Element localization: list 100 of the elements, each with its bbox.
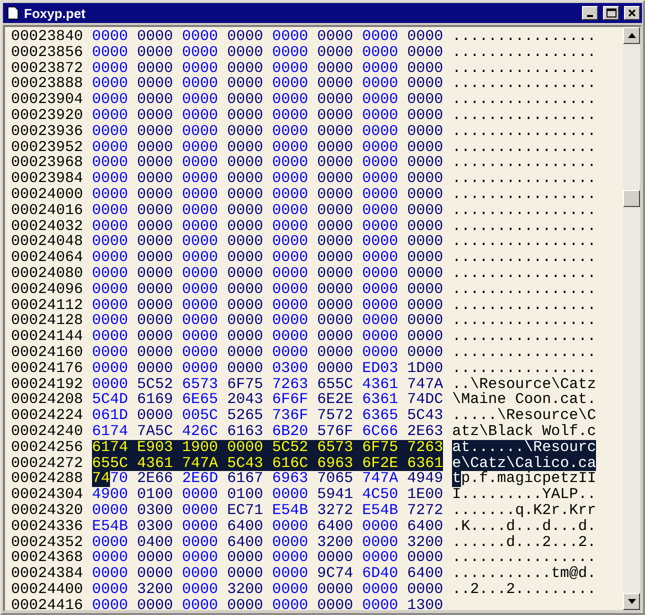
hex-byte-group[interactable]: 0000 [272, 250, 308, 266]
hex-byte-group[interactable]: 0000 [272, 92, 308, 108]
hex-byte-group[interactable]: 3200 [317, 534, 354, 550]
ascii-text[interactable]: e\Catz\Calico.ca [452, 456, 596, 472]
hex-byte-group[interactable]: EC71 [227, 502, 264, 519]
hex-byte-group[interactable]: 0000 [137, 29, 174, 45]
hex-byte-group[interactable]: 747A [362, 471, 398, 488]
hex-byte-group[interactable]: 0000 [362, 140, 398, 156]
hex-byte-group[interactable]: 6361 [407, 456, 444, 472]
hex-byte-group[interactable]: 0000 [137, 92, 174, 108]
hex-byte-group[interactable]: 0000 [227, 250, 264, 266]
hex-byte-group[interactable]: 0000 [362, 298, 398, 314]
hex-byte-group[interactable]: 0000 [137, 566, 174, 582]
hex-byte-group[interactable]: 0000 [317, 282, 354, 298]
hex-byte-group[interactable]: 0000 [272, 234, 308, 250]
hex-byte-group[interactable]: 0000 [92, 582, 128, 598]
hex-byte-group[interactable]: 426C [182, 424, 218, 440]
hex-byte-group[interactable]: 6174 [92, 440, 138, 456]
hex-byte-group[interactable]: 0000 [407, 266, 444, 282]
hex-byte-group[interactable]: 0000 [182, 298, 218, 314]
hex-byte-group[interactable]: 1900 [182, 440, 228, 456]
hex-byte-group[interactable]: 655C [317, 376, 354, 392]
hex-byte-group[interactable]: 0000 [317, 92, 354, 108]
hex-byte-group[interactable]: 0000 [92, 344, 128, 361]
hex-byte-group[interactable]: 0000 [227, 218, 264, 234]
hex-byte-group[interactable]: 0000 [182, 140, 218, 156]
hex-byte-group[interactable]: 0000 [92, 282, 128, 298]
hex-byte-group[interactable]: 0000 [362, 518, 398, 534]
hex-byte-group[interactable]: 0000 [272, 550, 308, 566]
hex-byte-group[interactable]: 0000 [272, 44, 308, 61]
hex-byte-group[interactable]: 0000 [317, 582, 354, 598]
hex-byte-group[interactable]: 0000 [317, 313, 354, 330]
hex-byte-group[interactable]: 0000 [182, 108, 218, 124]
hex-byte-group[interactable]: 0000 [182, 202, 218, 219]
hex-byte-group[interactable]: 0000 [272, 155, 308, 172]
hex-byte-group[interactable]: 0000 [137, 329, 174, 345]
hex-byte-group[interactable]: 3200 [137, 582, 174, 598]
hex-byte-group[interactable]: 3272 [317, 502, 354, 519]
hex-byte-group[interactable]: 0000 [272, 171, 308, 187]
hex-byte-group[interactable]: 0100 [137, 487, 174, 503]
hex-byte-group[interactable]: 6400 [407, 566, 444, 582]
hex-byte-group[interactable]: 0000 [182, 502, 218, 519]
hex-byte-group[interactable]: 0000 [317, 155, 354, 172]
hex-byte-group[interactable]: 6F75 [362, 440, 408, 456]
hex-byte-group[interactable]: 0000 [317, 202, 354, 219]
hex-byte-group[interactable]: 0000 [92, 298, 128, 314]
hex-byte-group[interactable]: 6B20 [272, 424, 308, 440]
hex-byte-group[interactable]: 0000 [227, 234, 264, 250]
hex-byte-group[interactable]: 0000 [272, 329, 308, 345]
hex-byte-group[interactable]: 0000 [407, 298, 444, 314]
hex-byte-group[interactable]: 0000 [182, 550, 218, 566]
hex-byte-group[interactable]: 0000 [182, 186, 218, 203]
hex-byte-group[interactable]: 0000 [137, 408, 174, 424]
hex-byte-group[interactable]: 0000 [362, 108, 398, 124]
hex-byte-group[interactable]: 0000 [92, 108, 128, 124]
hex-byte-group[interactable]: 6400 [227, 534, 264, 550]
hex-byte-group[interactable]: 0000 [317, 29, 354, 45]
hex-byte-group[interactable]: 7263 [272, 376, 308, 392]
hex-byte-group[interactable]: 2E63 [407, 424, 444, 440]
hex-byte-group[interactable]: 0000 [137, 218, 174, 234]
hex-byte-group[interactable]: 0000 [317, 360, 354, 377]
hex-byte-group[interactable]: 0000 [137, 202, 174, 219]
hex-byte-group[interactable]: 0000 [92, 550, 128, 566]
hex-byte-group[interactable]: 0000 [182, 360, 218, 377]
hex-byte-group[interactable]: 0000 [182, 534, 218, 550]
hex-byte-group[interactable]: 747A [407, 376, 444, 392]
hex-byte-group[interactable]: 005C [182, 408, 218, 424]
hex-byte-group[interactable]: 0000 [227, 440, 272, 456]
hex-byte-group[interactable]: 6573 [317, 440, 362, 456]
hex-byte-group[interactable]: 0000 [407, 124, 444, 140]
hex-byte-group[interactable]: 0000 [92, 534, 128, 550]
hex-byte-group[interactable]: 0000 [317, 44, 354, 61]
hex-byte-group[interactable]: 0000 [92, 598, 128, 610]
hex-byte-group[interactable]: 0000 [407, 171, 444, 187]
hex-byte-group[interactable]: 0300 [272, 360, 308, 377]
hex-byte-group[interactable]: 0000 [137, 171, 174, 187]
scroll-up-button[interactable] [623, 27, 640, 44]
hex-byte-group[interactable]: 0000 [227, 186, 264, 203]
hex-byte-group[interactable]: 0000 [182, 218, 218, 234]
hex-byte-group[interactable]: 3200 [407, 534, 444, 550]
hex-byte-group[interactable]: 0000 [317, 298, 354, 314]
hex-byte-group[interactable]: 0000 [182, 329, 218, 345]
ascii-text[interactable]: t [452, 471, 462, 488]
scrollbar-thumb[interactable] [623, 190, 640, 207]
hex-byte-group[interactable]: 0000 [272, 124, 308, 140]
hex-byte-group[interactable]: 7A5C [137, 424, 174, 440]
hex-byte-group[interactable]: 0000 [227, 344, 264, 361]
hex-byte-group[interactable]: 0000 [272, 344, 308, 361]
hex-byte-group[interactable]: 0000 [407, 250, 444, 266]
hex-byte-group[interactable]: 0000 [362, 550, 398, 566]
hex-byte-group[interactable]: 6169 [137, 392, 174, 408]
hex-byte-group[interactable]: 2E6D [182, 471, 218, 488]
hex-byte-group[interactable]: 5C4D [92, 392, 128, 408]
close-button[interactable] [624, 6, 640, 20]
hex-byte-group[interactable]: 0000 [92, 376, 128, 392]
hex-byte-group[interactable]: 0000 [137, 234, 174, 250]
hex-byte-group[interactable]: 0000 [407, 108, 444, 124]
hex-byte-group[interactable]: 7272 [407, 502, 444, 519]
hex-byte-group[interactable]: 0000 [272, 313, 308, 330]
hex-byte-group[interactable]: 0000 [182, 234, 218, 250]
